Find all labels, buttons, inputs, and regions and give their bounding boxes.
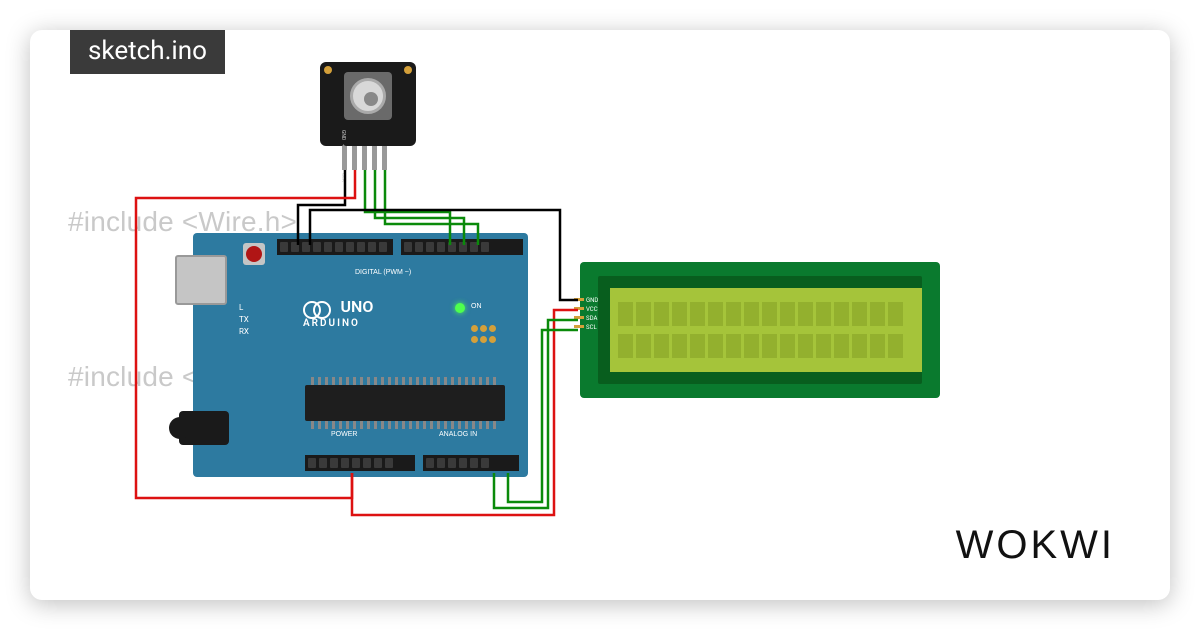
encoder-knob[interactable] — [350, 78, 386, 114]
digital-header-left — [277, 239, 393, 255]
lcd-pin-label: SCL — [586, 323, 598, 332]
on-label: ON — [471, 303, 482, 310]
encoder-pin — [352, 146, 357, 170]
encoder-body: GND + SW DT CLK — [320, 62, 416, 146]
lcd-1602[interactable]: GND VCC SDA SCL — [580, 262, 940, 398]
mount-hole — [324, 66, 332, 74]
arduino-uno[interactable]: UNO ARDUINO DIGITAL (PWM ~) ON POWER ANA… — [175, 215, 545, 495]
rotary-encoder[interactable]: GND + SW DT CLK — [320, 62, 416, 182]
encoder-pin — [342, 146, 347, 170]
encoder-pin — [382, 146, 387, 170]
encoder-pin-label: CLK — [340, 173, 346, 182]
reset-button[interactable] — [243, 243, 265, 265]
icsp-header — [471, 325, 501, 345]
power-jack — [179, 411, 229, 445]
lcd-row — [618, 302, 914, 326]
analog-header — [423, 455, 519, 471]
power-header — [305, 455, 415, 471]
lcd-row — [618, 334, 914, 358]
project-card: sketch.ino #include <Wire.h> #include <L… — [30, 30, 1170, 600]
lcd-pin-label: SDA — [586, 314, 598, 323]
encoder-pin-label: GND — [340, 130, 346, 140]
digital-header-right — [401, 239, 523, 255]
mount-hole — [404, 66, 412, 74]
lcd-pin-label: GND — [586, 296, 598, 305]
l-led-label: L — [239, 303, 243, 312]
encoder-pins — [342, 146, 387, 170]
file-tab[interactable]: sketch.ino — [70, 30, 225, 74]
power-label: POWER — [331, 431, 357, 438]
lcd-i2c-pins — [574, 298, 584, 328]
arduino-rings-icon — [303, 301, 333, 315]
encoder-pin — [372, 146, 377, 170]
on-led — [455, 303, 465, 313]
analog-label: ANALOG IN — [439, 431, 477, 438]
arduino-logo: UNO ARDUINO — [303, 297, 373, 329]
encoder-pin — [362, 146, 367, 170]
usb-port — [175, 255, 227, 305]
arduino-brand: ARDUINO — [303, 318, 373, 329]
lcd-pin-labels: GND VCC SDA SCL — [586, 296, 598, 332]
rx-led-label: RX — [239, 327, 249, 336]
wokwi-logo: WOKWI — [956, 523, 1115, 568]
filename: sketch.ino — [88, 36, 207, 66]
circuit-canvas[interactable]: GND + SW DT CLK — [30, 30, 1170, 600]
tx-led-label: TX — [239, 315, 249, 324]
digital-label: DIGITAL (PWM ~) — [355, 269, 411, 276]
atmega-chip — [305, 385, 505, 421]
lcd-screen — [610, 288, 922, 372]
arduino-model: UNO — [340, 297, 373, 316]
lcd-pin-label: VCC — [586, 305, 598, 314]
